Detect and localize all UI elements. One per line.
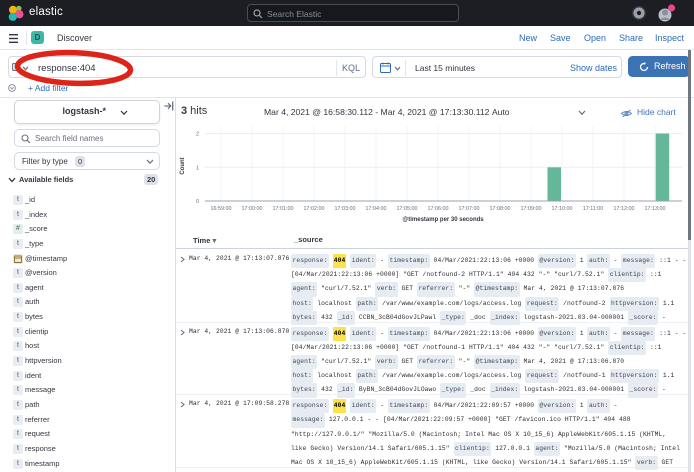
- svg-text:17:13:00: 17:13:00: [645, 206, 666, 212]
- svg-text:17:11:00: 17:11:00: [583, 206, 604, 212]
- svg-text:17:01:00: 17:01:00: [273, 206, 294, 212]
- svg-text:1: 1: [196, 165, 199, 171]
- svg-text:2: 2: [196, 132, 199, 138]
- svg-text:0: 0: [196, 199, 199, 205]
- svg-text:16:59:00: 16:59:00: [211, 206, 232, 212]
- svg-text:17:07:00: 17:07:00: [459, 206, 480, 212]
- svg-text:17:03:00: 17:03:00: [335, 206, 356, 212]
- svg-text:17:10:00: 17:10:00: [552, 206, 573, 212]
- svg-text:17:02:00: 17:02:00: [304, 206, 325, 212]
- svg-text:17:08:00: 17:08:00: [490, 206, 511, 212]
- svg-text:17:00:00: 17:00:00: [242, 206, 263, 212]
- svg-text:17:04:00: 17:04:00: [366, 206, 387, 212]
- svg-text:@timestamp per 30 seconds: @timestamp per 30 seconds: [402, 217, 484, 223]
- svg-text:17:06:00: 17:06:00: [428, 206, 449, 212]
- svg-text:Count: Count: [180, 157, 186, 174]
- svg-text:17:12:00: 17:12:00: [614, 206, 635, 212]
- svg-text:17:05:00: 17:05:00: [397, 206, 418, 212]
- svg-text:17:09:00: 17:09:00: [521, 206, 542, 212]
